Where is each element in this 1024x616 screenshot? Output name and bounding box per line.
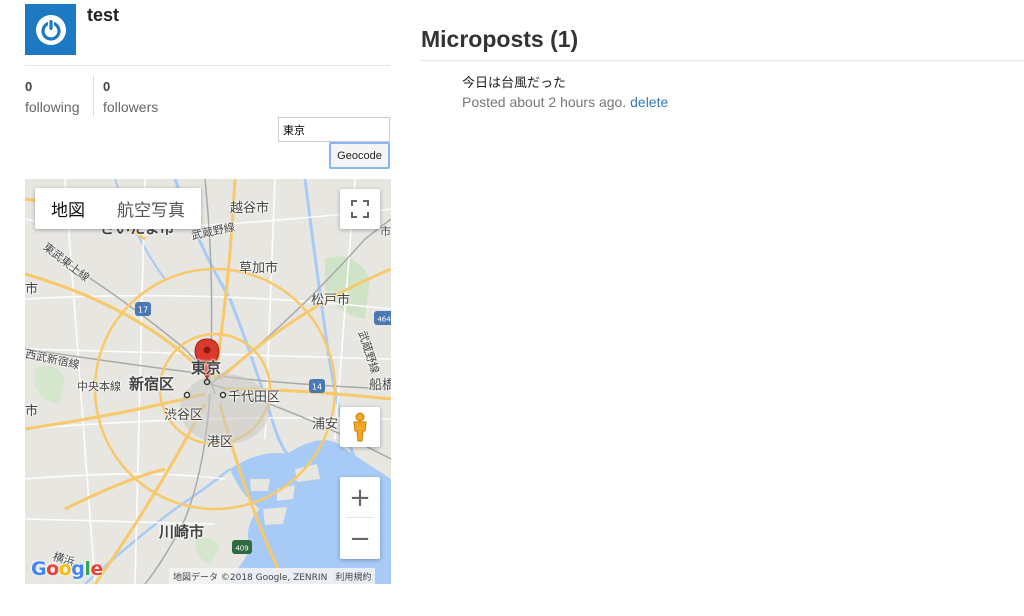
map-label: 新宿区	[129, 375, 175, 393]
avatar	[25, 4, 76, 55]
map-type-control: 地図 航空写真	[35, 188, 201, 229]
zoom-control: + −	[340, 477, 380, 559]
zoom-in-button[interactable]: +	[340, 477, 380, 518]
zoom-divider	[346, 517, 374, 518]
following-count: 0	[25, 79, 33, 94]
followers-stat[interactable]: 0 followers	[103, 79, 158, 116]
svg-text:464: 464	[377, 316, 391, 324]
map-type-satellite-button[interactable]: 航空写真	[101, 188, 201, 229]
route-shield: 464	[374, 311, 391, 325]
map-attribution: 地図データ ©2018 Google, ZENRIN 利用規約	[169, 568, 376, 584]
map-label: 市	[25, 282, 39, 297]
followers-label: followers	[103, 99, 159, 115]
map-label: 市	[380, 225, 391, 238]
map-label: 浦安	[312, 417, 339, 432]
map-label: 東京	[191, 359, 222, 377]
map-type-map-button[interactable]: 地図	[35, 188, 101, 229]
divider	[421, 60, 1024, 61]
map-label: 渋谷区	[164, 408, 204, 423]
divider	[25, 65, 390, 66]
geocode-button[interactable]: Geocode	[329, 142, 390, 169]
power-icon	[35, 14, 66, 45]
micropost-content: 今日は台風だった	[462, 76, 567, 91]
geocode-input[interactable]	[278, 117, 390, 142]
map-label: 松戸市	[311, 293, 351, 308]
zoom-out-button[interactable]: −	[340, 518, 380, 559]
map-label: 越谷市	[230, 201, 270, 216]
following-stat[interactable]: 0 following	[25, 79, 79, 116]
user-name: test	[87, 5, 120, 25]
map-label: 草加市	[239, 261, 279, 276]
followers-count: 0	[103, 79, 111, 94]
delete-link[interactable]: delete	[630, 94, 668, 110]
fullscreen-icon	[351, 200, 369, 218]
route-shield: 17	[135, 302, 151, 316]
fullscreen-button[interactable]	[340, 189, 380, 229]
page-title: Microposts (1)	[421, 26, 579, 52]
map-label: 港区	[207, 435, 234, 450]
attribution-text: 地図データ ©2018 Google, ZENRIN	[173, 572, 328, 583]
map-label: 川崎市	[159, 523, 205, 541]
map[interactable]: 越谷市 さいたま市 武蔵野線 東武東上線 草加市 松戸市 武蔵野線 西武新宿線 …	[25, 179, 391, 584]
terms-link[interactable]: 利用規約	[335, 570, 371, 583]
micropost-meta: Posted about 2 hours ago. delete	[462, 94, 668, 110]
map-label: 市	[25, 404, 39, 419]
route-shield: 14	[309, 379, 325, 393]
svg-text:17: 17	[138, 306, 148, 315]
map-label: 船橋	[369, 378, 391, 393]
pegman-icon	[353, 412, 367, 442]
following-label: following	[25, 99, 80, 115]
map-label: 千代田区	[228, 390, 281, 405]
svg-text:14: 14	[312, 383, 322, 392]
svg-text:409: 409	[235, 545, 248, 553]
route-shield: 409	[232, 540, 252, 554]
stat-divider	[93, 75, 94, 117]
google-logo[interactable]: Google	[31, 558, 103, 580]
street-view-button[interactable]	[340, 407, 380, 447]
micropost-timestamp: Posted about 2 hours ago.	[462, 94, 627, 110]
map-label: 中央本線	[77, 380, 121, 393]
